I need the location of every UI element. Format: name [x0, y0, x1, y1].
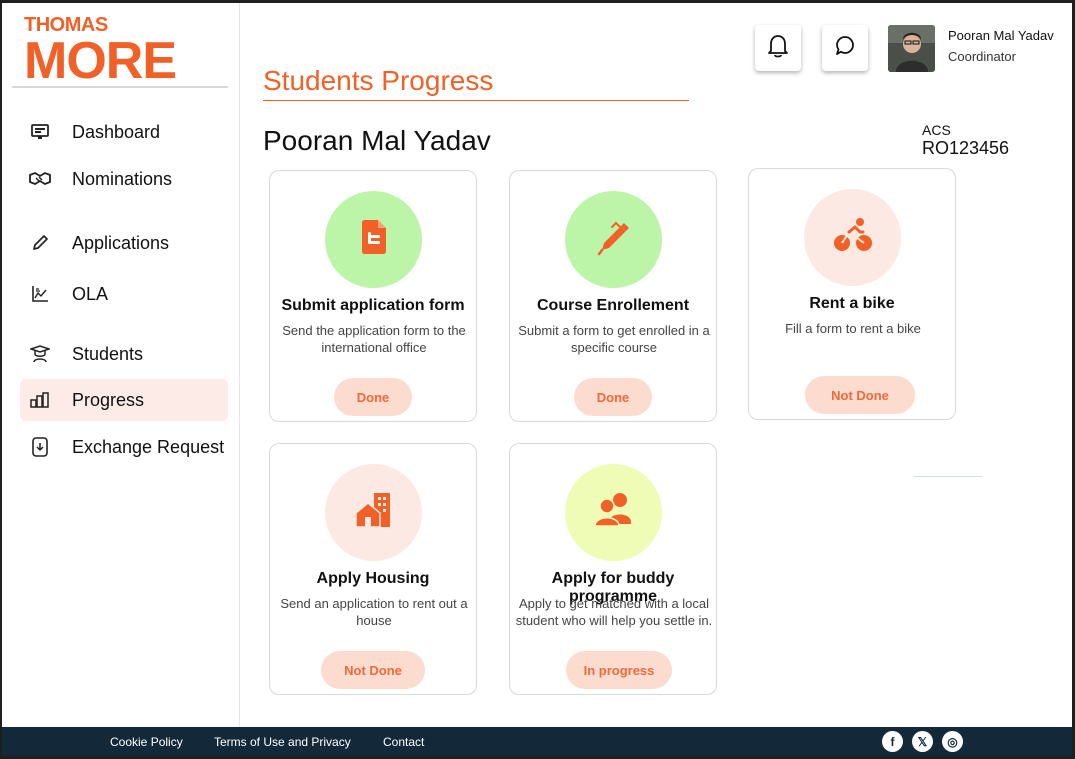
logo-divider — [12, 86, 228, 88]
thomas-more-logo[interactable]: THOMAS MORE — [24, 15, 177, 90]
monitor-icon — [29, 121, 51, 143]
status-badge[interactable]: Done — [574, 378, 652, 416]
people-icon — [593, 492, 635, 533]
bicycle-icon — [833, 217, 873, 258]
sidebar-item-applications[interactable]: Applications — [20, 222, 228, 264]
student-programme: ACS — [922, 122, 951, 138]
chat-bubble-icon — [833, 34, 857, 63]
progress-card-buddy-programme[interactable]: Apply for buddy programme Apply to get m… — [509, 443, 717, 695]
card-icon-circle — [565, 191, 662, 288]
footer-link-terms[interactable]: Terms of Use and Privacy — [214, 735, 351, 749]
status-badge[interactable]: Not Done — [805, 376, 915, 414]
pen-icon — [594, 217, 634, 262]
bell-icon — [766, 33, 790, 64]
sidebar-item-label: Applications — [72, 232, 170, 253]
x-icon[interactable]: 𝕏 — [912, 731, 933, 752]
student-name: Pooran Mal Yadav — [263, 125, 491, 156]
app-window: THOMAS MORE Dashboard Nominations Applic… — [2, 3, 1072, 756]
pencil-icon — [29, 232, 51, 254]
sidebar-item-label: Nominations — [72, 168, 173, 189]
sidebar-item-ola[interactable]: OLA — [20, 273, 228, 315]
status-badge[interactable]: In progress — [566, 651, 672, 689]
card-title: Apply Housing — [316, 570, 430, 587]
sidebar-item-students[interactable]: Students — [20, 333, 228, 375]
card-description: Fill a form to rent a bike — [785, 321, 921, 336]
instagram-icon[interactable]: ◎ — [942, 731, 963, 752]
status-badge[interactable]: Not Done — [321, 651, 425, 689]
bar-chart-icon — [29, 389, 51, 411]
divider — [914, 476, 982, 477]
progress-card-application-form[interactable]: Submit application form Send the applica… — [269, 170, 477, 422]
card-icon-circle — [804, 189, 901, 286]
progress-card-apply-housing[interactable]: Apply Housing Send an application to ren… — [269, 443, 477, 695]
sidebar-item-label: Students — [72, 343, 144, 364]
sidebar-item-progress[interactable]: Progress — [20, 379, 228, 421]
sidebar-item-nominations[interactable]: Nominations — [20, 158, 228, 200]
user-role: Coordinator — [948, 49, 1016, 64]
notifications-button[interactable] — [755, 25, 801, 71]
card-icon-circle — [325, 464, 422, 561]
card-description: Send an application to rent out a house — [280, 596, 468, 628]
page-title: Students Progress — [263, 65, 494, 96]
sidebar-item-label: Exchange Request — [72, 436, 225, 457]
card-description: Submit a form to get enrolled in a speci… — [518, 323, 710, 355]
card-title: Submit application form — [281, 297, 465, 314]
handshake-icon — [29, 168, 51, 190]
card-description: Apply to get matched with a local studen… — [515, 596, 713, 628]
footer: Cookie Policy Terms of Use and Privacy C… — [2, 727, 1072, 756]
card-description: Send the application form to the interna… — [282, 323, 466, 355]
sidebar-item-exchange-request[interactable]: Exchange Request — [20, 426, 228, 468]
title-underline — [263, 100, 689, 101]
sidebar-item-label: Dashboard — [72, 121, 161, 142]
messages-button[interactable] — [822, 25, 868, 71]
facebook-icon[interactable]: f — [882, 731, 903, 752]
student-id: RO123456 — [922, 138, 1010, 158]
house-icon — [354, 491, 394, 534]
sidebar: THOMAS MORE Dashboard Nominations Applic… — [2, 3, 240, 727]
user-name: Pooran Mal Yadav — [948, 28, 1054, 43]
logo-line-2: MORE — [24, 32, 177, 90]
sidebar-item-label: Progress — [72, 389, 145, 410]
status-badge[interactable]: Done — [334, 378, 412, 416]
chart-icon — [29, 283, 51, 305]
document-icon — [359, 219, 389, 260]
card-title: Rent a bike — [809, 295, 895, 312]
footer-link-cookie-policy[interactable]: Cookie Policy — [110, 735, 183, 749]
graduate-icon — [29, 343, 51, 365]
sidebar-item-label: OLA — [72, 283, 109, 304]
avatar[interactable] — [888, 25, 935, 72]
download-file-icon — [29, 436, 51, 458]
card-icon-circle — [325, 191, 422, 288]
progress-card-course-enrollment[interactable]: Course Enrollement Submit a form to get … — [509, 170, 717, 422]
card-icon-circle — [565, 464, 662, 561]
sidebar-item-dashboard[interactable]: Dashboard — [20, 111, 228, 153]
card-title: Course Enrollement — [536, 297, 690, 314]
progress-card-rent-bike[interactable]: Rent a bike Fill a form to rent a bike N… — [748, 168, 956, 420]
footer-link-contact[interactable]: Contact — [383, 735, 424, 749]
